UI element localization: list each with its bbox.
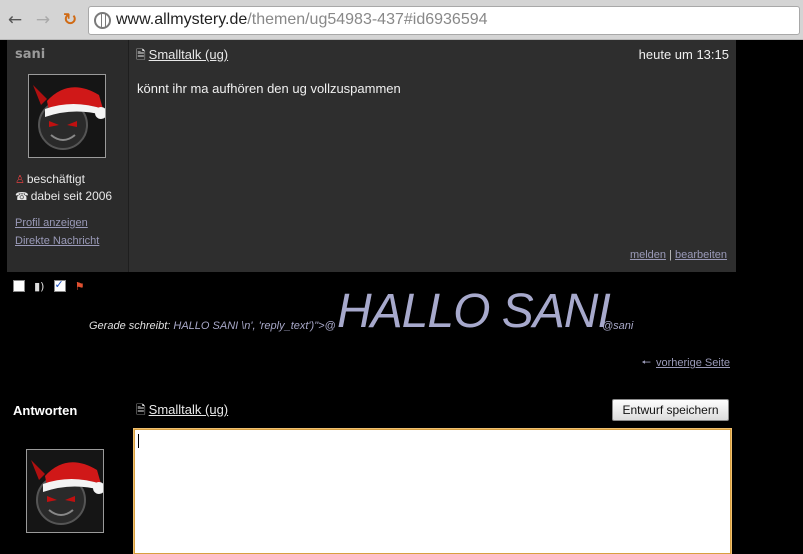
document-icon: 🗎	[136, 48, 146, 62]
report-link[interactable]: melden	[630, 249, 666, 261]
reply-avatar	[26, 449, 104, 533]
save-draft-button[interactable]: Entwurf speichern	[612, 399, 729, 421]
browser-toolbar: ← → ↻ www.allmystery.de/themen/ug54983-4…	[0, 0, 803, 40]
reload-icon[interactable]: ↻	[59, 9, 81, 31]
typing-label: Gerade schreibt:	[89, 320, 171, 332]
previous-page-nav[interactable]: 🠔 vorherige Seite	[641, 354, 730, 373]
post-body: 🗎 Smalltalk (ug) heute um 13:15 könnt ihr…	[130, 40, 736, 272]
avatar[interactable]	[28, 74, 106, 158]
url-text[interactable]: www.allmystery.de/themen/ug54983-437#id6…	[116, 11, 488, 29]
mention-user: @sani	[602, 320, 634, 332]
edit-link[interactable]: bearbeiten	[675, 249, 727, 261]
url-domain: www.allmystery.de	[116, 11, 248, 28]
status-busy-label: beschäftigt	[26, 172, 85, 186]
typing-raw-text: HALLO SANI \n', 'reply_text')">@	[173, 320, 336, 332]
author-username[interactable]: sani	[15, 47, 45, 62]
text-caret	[138, 434, 139, 448]
reply-heading: Antworten	[13, 403, 78, 418]
typing-indicator: Gerade schreibt: HALLO SANI \n', 'reply_…	[89, 320, 336, 332]
post-topic-link[interactable]: 🗎 Smalltalk (ug)	[136, 46, 228, 67]
forum-page: sani ♙ beschäftigt ☎ dabei seit 2006 Profi…	[0, 40, 803, 554]
profile-link[interactable]: Profil anzeigen	[15, 217, 88, 229]
forum-post: sani ♙ beschäftigt ☎ dabei seit 2006 Profi…	[7, 40, 736, 272]
status-busy: ♙ beschäftigt	[15, 172, 85, 186]
reply-topic-label: Smalltalk (ug)	[148, 402, 229, 417]
member-since-label: dabei seit 2006	[30, 189, 113, 203]
reply-topic-link[interactable]: 🗎 Smalltalk (ug)	[136, 401, 228, 422]
previous-page-link[interactable]: vorherige Seite	[656, 357, 730, 369]
busy-person-icon: ♙	[15, 174, 25, 186]
left-arrow-icon: 🠔	[641, 357, 651, 369]
post-message: könnt ihr ma aufhören den ug vollzuspamm…	[137, 81, 401, 96]
member-since: ☎ dabei seit 2006	[15, 189, 112, 203]
post-option-icons: ▮) ⚑	[13, 278, 89, 294]
direct-message-link[interactable]: Direkte Nachricht	[15, 235, 99, 247]
injected-big-text: HALLO SANI	[337, 285, 611, 338]
calendar-icon: ☎	[15, 191, 29, 203]
back-arrow-icon[interactable]: ←	[4, 9, 26, 31]
action-separator: |	[669, 249, 672, 261]
post-topic-label: Smalltalk (ug)	[148, 47, 229, 62]
globe-icon	[94, 12, 111, 29]
flag-icon[interactable]: ⚑	[75, 280, 85, 293]
address-bar[interactable]: www.allmystery.de/themen/ug54983-437#id6…	[88, 6, 800, 35]
reply-textarea[interactable]	[133, 428, 732, 554]
post-actions: melden | bearbeiten	[630, 249, 727, 261]
document-icon: 🗎	[136, 403, 146, 417]
forward-arrow-icon[interactable]: →	[32, 9, 54, 31]
url-path: /themen/ug54983-437#id6936594	[247, 11, 488, 28]
checked-checkbox-icon[interactable]	[53, 278, 66, 292]
devil-santa-avatar-image	[29, 75, 105, 157]
post-author-panel: sani ♙ beschäftigt ☎ dabei seit 2006 Profi…	[7, 40, 129, 272]
devil-santa-avatar-image	[27, 450, 103, 532]
speaker-icon[interactable]: ▮)	[34, 280, 44, 293]
checkbox-icon[interactable]	[13, 280, 25, 292]
post-timestamp: heute um 13:15	[638, 47, 729, 62]
